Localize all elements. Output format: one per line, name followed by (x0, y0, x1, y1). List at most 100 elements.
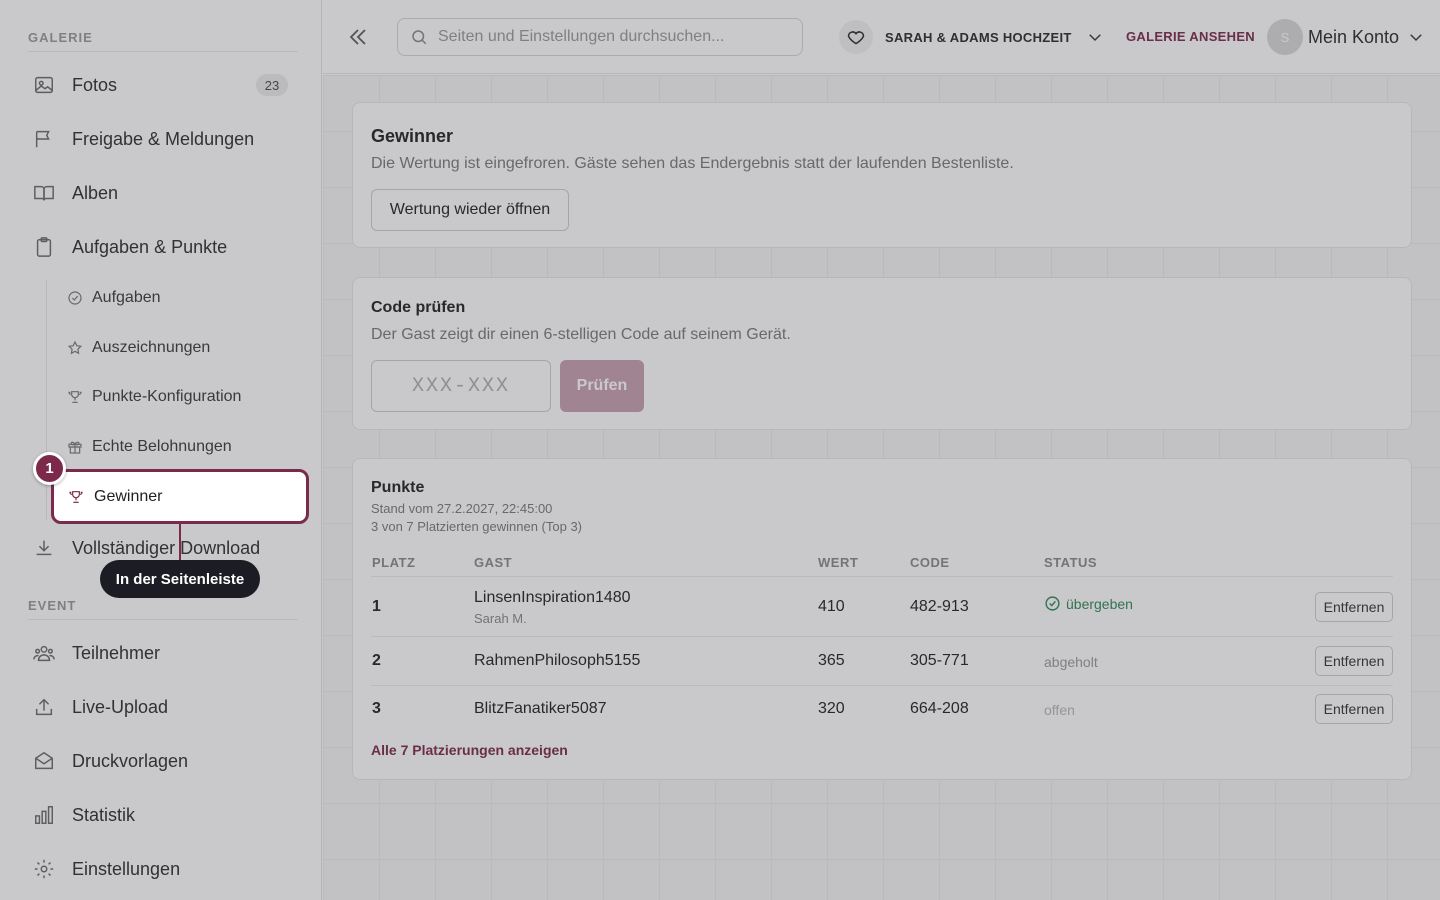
remove-button[interactable]: Entfernen (1315, 646, 1393, 676)
double-chevron-left-icon (349, 29, 366, 45)
code-cell: 664-208 (910, 700, 969, 717)
code-check-card: Code prüfen Der Gast zeigt dir einen 6-s… (352, 277, 1412, 430)
code-cell: 482-913 (910, 598, 969, 615)
gear-icon (32, 857, 56, 881)
sidebar-item-label: Freigabe & Meldungen (72, 128, 255, 149)
image-icon (32, 73, 56, 97)
remove-button[interactable]: Entfernen (1315, 592, 1393, 622)
clipboard-icon (32, 235, 56, 259)
sidebar-item-label: Aufgaben & Punkte (72, 236, 228, 257)
column-header-value: WERT (818, 555, 859, 570)
sidebar-item-alben[interactable]: Alben (20, 171, 302, 215)
star-icon (66, 339, 84, 357)
section-title-gallery: GALERIE (28, 30, 93, 45)
sidebar-item-einstellungen[interactable]: Einstellungen (20, 847, 302, 891)
sidebar-subitem-aufgaben[interactable]: Aufgaben (56, 278, 302, 318)
flag-icon (32, 127, 56, 151)
card-title: Code prüfen (371, 299, 466, 316)
code-input[interactable] (371, 360, 551, 412)
points-card: Punkte Stand vom 27.2.2027, 22:45:00 3 v… (352, 458, 1412, 780)
gallery-selector[interactable]: SARAH & ADAMS HOCHZEIT (839, 18, 1104, 56)
users-icon (32, 641, 56, 665)
account-label: Mein Konto (1308, 26, 1400, 47)
rank-cell: 3 (372, 700, 381, 717)
sidebar-item-label: Live-Upload (72, 696, 169, 717)
remove-button[interactable]: Entfernen (1315, 694, 1393, 724)
sidebar-item-label: Teilnehmer (72, 642, 161, 663)
column-header-code: CODE (910, 555, 950, 570)
upload-icon (32, 695, 56, 719)
code-cell: 305-771 (910, 652, 969, 669)
sidebar-subitem-label: Gewinner (94, 487, 163, 505)
section-title-event: EVENT (28, 598, 77, 613)
column-header-guest: GAST (474, 555, 513, 570)
collapse-sidebar-button[interactable] (343, 22, 373, 52)
sidebar-item-label: Fotos (72, 74, 118, 95)
sidebar-item-druckvorlagen[interactable]: Druckvorlagen (20, 739, 302, 783)
sidebar-item-teilnehmer[interactable]: Teilnehmer (20, 631, 302, 675)
chevron-down-icon (1086, 28, 1104, 46)
card-title: Gewinner (371, 126, 454, 146)
check-circle-icon (1045, 596, 1060, 611)
reopen-scoring-button[interactable]: Wertung wieder öffnen (371, 189, 569, 231)
sidebar-subitem-auszeichnungen[interactable]: Auszeichnungen (56, 328, 302, 368)
account-menu[interactable]: S Mein Konto (1267, 19, 1425, 55)
main-content: Gewinner Die Wertung ist eingefroren. Gä… (323, 75, 1440, 900)
sidebar-item-label: Einstellungen (72, 858, 181, 879)
check-code-button[interactable]: Prüfen (560, 360, 644, 412)
search-input[interactable] (438, 28, 778, 46)
value-cell: 365 (818, 652, 845, 669)
status-text: abgeholt (1044, 654, 1098, 670)
status-badge: übergeben (1044, 595, 1133, 612)
sidebar-item-live-upload[interactable]: Live-Upload (20, 685, 302, 729)
gift-icon (66, 438, 84, 456)
search-box[interactable] (397, 18, 803, 56)
sidebar-subitem-echte-belohnungen[interactable]: Echte Belohnungen (56, 427, 302, 467)
sidebar-item-freigabe[interactable]: Freigabe & Meldungen (20, 117, 302, 161)
guest-subname: Sarah M. (474, 611, 527, 626)
card-description: Die Wertung ist eingefroren. Gäste sehen… (371, 155, 1014, 172)
search-icon (412, 30, 427, 45)
trophy-icon (67, 488, 85, 506)
sidebar-subitem-label: Aufgaben (92, 289, 161, 306)
column-header-status: STATUS (1044, 555, 1098, 570)
check-circle-icon (66, 289, 84, 307)
download-icon (32, 536, 56, 560)
count-badge: 23 (256, 74, 288, 96)
divider (28, 51, 298, 52)
chevron-down-icon (1407, 28, 1425, 46)
tutorial-step-badge: 1 (33, 452, 66, 485)
view-gallery-link[interactable]: GALERIE ANSEHEN (1126, 29, 1255, 44)
sidebar-subitem-label: Auszeichnungen (92, 339, 211, 356)
sidebar-item-label: Alben (72, 182, 119, 203)
sidebar-item-label: Vollständiger Download (72, 537, 261, 558)
sidebar-item-fotos[interactable]: Fotos 23 (20, 63, 302, 107)
points-timestamp: Stand vom 27.2.2027, 22:45:00 (371, 501, 553, 516)
guest-cell: RahmenPhilosoph5155 (474, 652, 641, 669)
points-summary: 3 von 7 Platzierten gewinnen (Top 3) (371, 519, 583, 534)
sidebar-subitem-label: Echte Belohnungen (92, 438, 232, 455)
gallery-name: SARAH & ADAMS HOCHZEIT (885, 29, 1072, 45)
table-row: 2 RahmenPhilosoph5155 365 305-771 abgeho… (371, 636, 1393, 685)
avatar: S (1267, 19, 1303, 55)
divider (28, 619, 298, 620)
top-bar: SARAH & ADAMS HOCHZEIT GALERIE ANSEHEN S… (323, 0, 1440, 74)
sidebar-item-label: Druckvorlagen (72, 750, 189, 771)
show-all-rankings-link[interactable]: Alle 7 Platzierungen anzeigen (371, 742, 568, 758)
value-cell: 410 (818, 598, 845, 615)
sidebar-item-statistik[interactable]: Statistik (20, 793, 302, 837)
rank-cell: 2 (372, 652, 381, 669)
tutorial-tooltip: In der Seitenleiste (100, 560, 260, 598)
sidebar-subitem-gewinner[interactable]: Gewinner (51, 469, 309, 524)
envelope-icon (32, 749, 56, 773)
rank-cell: 1 (372, 598, 381, 615)
winners-card: Gewinner Die Wertung ist eingefroren. Gä… (352, 102, 1412, 248)
card-title: Punkte (371, 479, 425, 496)
bar-chart-icon (32, 803, 56, 827)
sidebar-subitem-punkte-konfiguration[interactable]: Punkte-Konfiguration (56, 377, 302, 417)
sidebar-subitem-label: Punkte-Konfiguration (92, 388, 242, 405)
column-header-rank: PLATZ (372, 555, 416, 570)
sidebar-item-label: Statistik (72, 804, 136, 825)
sidebar-item-aufgaben-punkte[interactable]: Aufgaben & Punkte (20, 225, 302, 269)
guest-cell: LinsenInspiration1480 (474, 589, 631, 606)
